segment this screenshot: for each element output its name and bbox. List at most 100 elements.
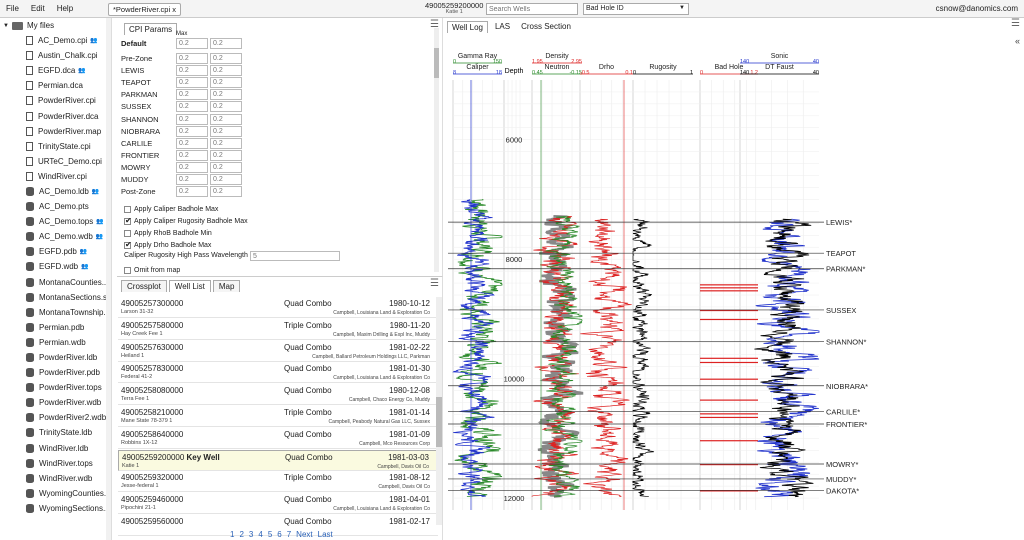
param-min-input[interactable] bbox=[176, 53, 208, 64]
tree-item[interactable]: Austin_Chalk.cpi bbox=[0, 48, 111, 63]
checkbox-box[interactable]: ✔ bbox=[124, 216, 132, 225]
page-link[interactable]: 5 bbox=[268, 530, 272, 539]
tree-item[interactable]: TrinityState.ldb bbox=[0, 425, 111, 440]
menu-edit[interactable]: Edit bbox=[31, 4, 45, 13]
param-max-input[interactable] bbox=[210, 101, 242, 113]
param-max-input[interactable] bbox=[210, 149, 242, 161]
tree-item[interactable]: AC_Demo.tops 👥 bbox=[0, 214, 111, 229]
tree-item[interactable]: WyomingCounties... bbox=[0, 486, 111, 501]
scrollbar-thumb[interactable] bbox=[434, 48, 439, 78]
param-checkbox[interactable]: ✔ Apply Drho Badhole Max bbox=[124, 240, 211, 250]
tree-item[interactable]: PowderRiver.dca bbox=[0, 108, 111, 123]
well-list-row[interactable]: 49005259200000 Key Well Katie 1 Quad Combo… bbox=[118, 449, 438, 471]
tree-item[interactable]: Permian.pdb bbox=[0, 320, 111, 335]
tree-item[interactable]: Permian.wdb bbox=[0, 335, 111, 350]
param-checkbox[interactable]: Apply RhoB Badhole Min bbox=[124, 228, 212, 238]
well-list-row[interactable]: 49005258210000 Mane State 78-379 1 Triple … bbox=[118, 406, 438, 427]
tree-item[interactable]: Permian.dca bbox=[0, 78, 111, 93]
page-link[interactable]: 2 bbox=[239, 530, 243, 539]
page-link[interactable]: Last bbox=[318, 530, 333, 539]
checkbox-box[interactable]: ✔ bbox=[124, 240, 132, 249]
param-min-input[interactable] bbox=[176, 161, 208, 173]
tree-item[interactable]: URTeC_Demo.cpi bbox=[0, 154, 111, 169]
param-min-input[interactable] bbox=[176, 125, 208, 137]
tab-map[interactable]: Map bbox=[212, 280, 241, 292]
chevron-down-icon[interactable]: ▼ bbox=[3, 23, 9, 29]
tab-las[interactable]: LAS bbox=[491, 21, 514, 33]
log-view-menu-icon[interactable]: ☰ bbox=[1011, 18, 1020, 29]
param-max-input[interactable] bbox=[210, 186, 242, 198]
page-link[interactable]: 3 bbox=[249, 530, 253, 539]
tree-item[interactable]: WindRiver.cpi bbox=[0, 169, 111, 184]
well-list-menu-icon[interactable]: ☰ bbox=[430, 278, 439, 289]
tree-item[interactable]: EGFD.dca 👥 bbox=[0, 63, 111, 78]
well-list-row[interactable]: 49005258640000 Robbins 1X-12 Quad Combo 198… bbox=[118, 428, 438, 449]
tree-item[interactable]: PowderRiver2.wdb bbox=[0, 410, 111, 425]
tree-item[interactable]: MontanaCounties... bbox=[0, 275, 111, 290]
param-max-input[interactable] bbox=[210, 38, 242, 49]
param-min-input[interactable] bbox=[176, 77, 208, 89]
well-list-row[interactable]: 49005258080000 Terra Fee 1 Quad Combo 1980-… bbox=[118, 384, 438, 406]
well-list-row[interactable]: 49005257630000 Heiland 1 Quad Combo 1981-02… bbox=[118, 341, 438, 362]
param-min-input[interactable] bbox=[176, 38, 208, 49]
page-link[interactable]: 1 bbox=[230, 530, 234, 539]
tree-item[interactable]: PowderRiver.ldb bbox=[0, 350, 111, 365]
tab-crossplot[interactable]: Crossplot bbox=[121, 280, 167, 292]
tree-item[interactable]: AC_Demo.wdb 👥 bbox=[0, 229, 111, 244]
param-checkbox[interactable]: ✔ Apply Caliper Rugosity Badhole Max bbox=[124, 216, 248, 226]
tree-item[interactable]: PowderRiver.map bbox=[0, 124, 111, 139]
param-min-input[interactable] bbox=[176, 174, 208, 185]
well-log-chart[interactable]: Gamma Ray0 150Caliper8 18 DepthDensity1.95 2… bbox=[444, 36, 1014, 536]
params-scrollbar[interactable] bbox=[434, 28, 439, 272]
tree-scrollbar[interactable] bbox=[106, 18, 111, 540]
document-tab[interactable]: *PowderRiver.cpi x bbox=[108, 3, 181, 16]
tree-item[interactable]: WindRiver.tops bbox=[0, 456, 111, 471]
tree-item[interactable]: WindRiver.wdb bbox=[0, 471, 111, 486]
tab-cpi-params[interactable]: CPI Params bbox=[124, 23, 178, 35]
collapse-panel-icon[interactable]: « bbox=[1015, 36, 1020, 46]
well-list-scrollbar[interactable] bbox=[436, 297, 442, 525]
page-link[interactable]: 4 bbox=[258, 530, 262, 539]
scrollbar-thumb[interactable] bbox=[436, 397, 442, 447]
param-min-input[interactable] bbox=[176, 137, 208, 149]
param-min-input[interactable] bbox=[176, 101, 208, 113]
tree-item[interactable]: PowderRiver.cpi bbox=[0, 93, 111, 108]
menu-help[interactable]: Help bbox=[57, 4, 73, 13]
tree-item[interactable]: AC_Demo.ldb 👥 bbox=[0, 184, 111, 199]
log-view-select[interactable]: Bad Hole ID ▼ bbox=[583, 3, 689, 15]
well-list-row[interactable]: 49005257300000 Larson 31-32 Quad Combo 1980… bbox=[118, 297, 438, 318]
tree-item[interactable]: AC_Demo.cpi 👥 bbox=[0, 33, 111, 48]
tab-well-log[interactable]: Well Log bbox=[447, 21, 488, 33]
tree-item[interactable]: EGFD.pdb 👥 bbox=[0, 244, 111, 259]
well-list-row[interactable]: 49005259320000 Jesse-federal 1 Triple Comb… bbox=[118, 471, 438, 493]
param-max-input[interactable] bbox=[210, 89, 242, 101]
param-min-input[interactable] bbox=[176, 149, 208, 161]
tree-item[interactable]: AC_Demo.pts bbox=[0, 199, 111, 214]
param-max-input[interactable] bbox=[210, 174, 242, 185]
param-max-input[interactable] bbox=[210, 125, 242, 137]
well-list-row[interactable]: 49005257830000 Federal 41-2 Quad Combo 1981… bbox=[118, 362, 438, 384]
param-max-input[interactable] bbox=[210, 113, 242, 125]
tree-item[interactable]: EGFD.wdb 👥 bbox=[0, 259, 111, 274]
param-max-input[interactable] bbox=[210, 65, 242, 77]
tree-item[interactable]: PowderRiver.pdb bbox=[0, 365, 111, 380]
param-max-input[interactable] bbox=[210, 53, 242, 64]
search-wells-input[interactable] bbox=[486, 3, 578, 15]
tree-item[interactable]: MontanaTownship... bbox=[0, 305, 111, 320]
omit-from-map-checkbox[interactable]: Omit from map bbox=[124, 265, 180, 275]
user-account[interactable]: csnow@danomics.com bbox=[936, 4, 1018, 13]
tree-item[interactable]: WyomingSections... bbox=[0, 501, 111, 516]
param-min-input[interactable] bbox=[176, 113, 208, 125]
tab-well-list[interactable]: Well List bbox=[168, 280, 211, 292]
checkbox-box[interactable] bbox=[124, 205, 131, 213]
page-link[interactable]: 7 bbox=[287, 530, 291, 539]
page-link[interactable]: 6 bbox=[277, 530, 281, 539]
tab-cross-section[interactable]: Cross Section bbox=[517, 21, 575, 33]
checkbox-box[interactable] bbox=[124, 266, 131, 274]
tree-root[interactable]: ▼ My files bbox=[0, 18, 111, 33]
tree-item[interactable]: PowderRiver.wdb bbox=[0, 395, 111, 410]
param-max-input[interactable] bbox=[210, 161, 242, 173]
param-min-input[interactable] bbox=[176, 65, 208, 77]
tree-item[interactable]: TrinityState.cpi bbox=[0, 139, 111, 154]
param-max-input[interactable] bbox=[210, 77, 242, 89]
